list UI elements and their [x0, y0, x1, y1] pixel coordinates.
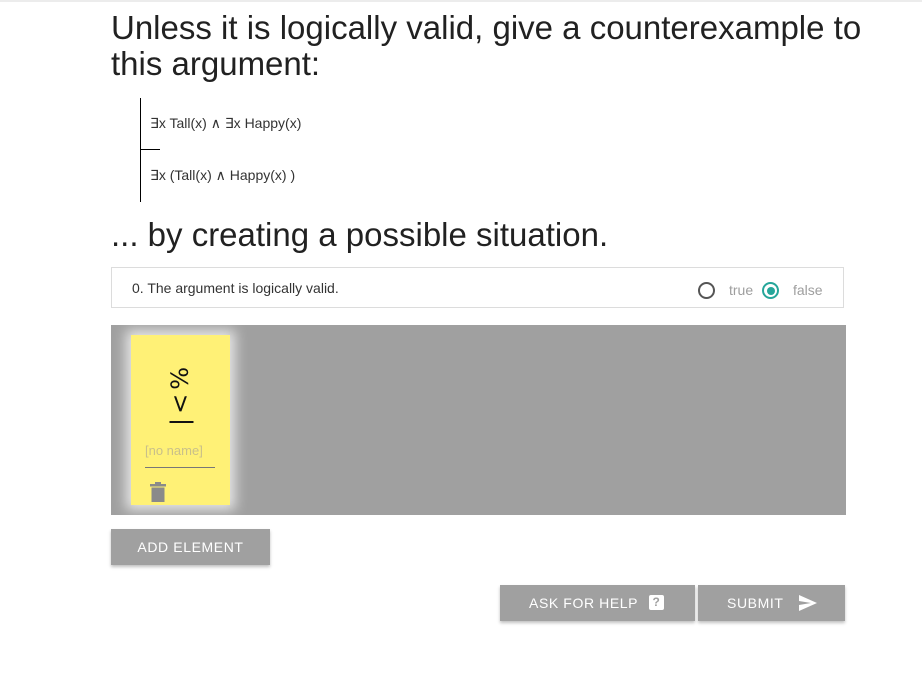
help-box-icon: ?: [649, 595, 664, 610]
top-divider: [0, 0, 922, 2]
argument-premise: ∃x Tall(x) ∧ ∃x Happy(x): [150, 115, 302, 131]
radio-true-label[interactable]: true: [729, 282, 753, 298]
radio-true[interactable]: [698, 282, 715, 299]
radio-selected-dot: [766, 286, 775, 295]
situation-canvas[interactable]: |<%: [111, 325, 846, 515]
element-glyphs: |<%: [145, 363, 215, 426]
submit-button[interactable]: SUBMIT: [698, 585, 845, 621]
argument-divider-line: [140, 149, 160, 150]
argument-conclusion: ∃x (Tall(x) ∧ Happy(x) ): [150, 167, 296, 183]
element-name-input[interactable]: [145, 433, 215, 468]
radio-false-label[interactable]: false: [793, 282, 823, 298]
add-element-button[interactable]: ADD ELEMENT: [111, 529, 270, 565]
element-glyph-text: |<%: [166, 362, 194, 426]
question-text: 0. The argument is logically valid.: [132, 280, 339, 296]
question-row: 0. The argument is logically valid. true…: [111, 267, 844, 308]
argument-box: ∃x Tall(x) ∧ ∃x Happy(x) ∃x (Tall(x) ∧ H…: [140, 98, 440, 202]
element-card[interactable]: |<%: [131, 335, 230, 505]
ask-for-help-label: ASK FOR HELP: [529, 595, 639, 611]
page-subtitle: ... by creating a possible situation.: [111, 216, 609, 253]
page-title: Unless it is logically valid, give a cou…: [111, 9, 862, 82]
ask-for-help-button[interactable]: ASK FOR HELP ?: [500, 585, 695, 621]
submit-label: SUBMIT: [727, 595, 784, 611]
radio-false[interactable]: [762, 282, 779, 299]
send-icon: [799, 595, 817, 611]
argument-vertical-line: [140, 98, 141, 202]
trash-icon[interactable]: [150, 482, 166, 502]
